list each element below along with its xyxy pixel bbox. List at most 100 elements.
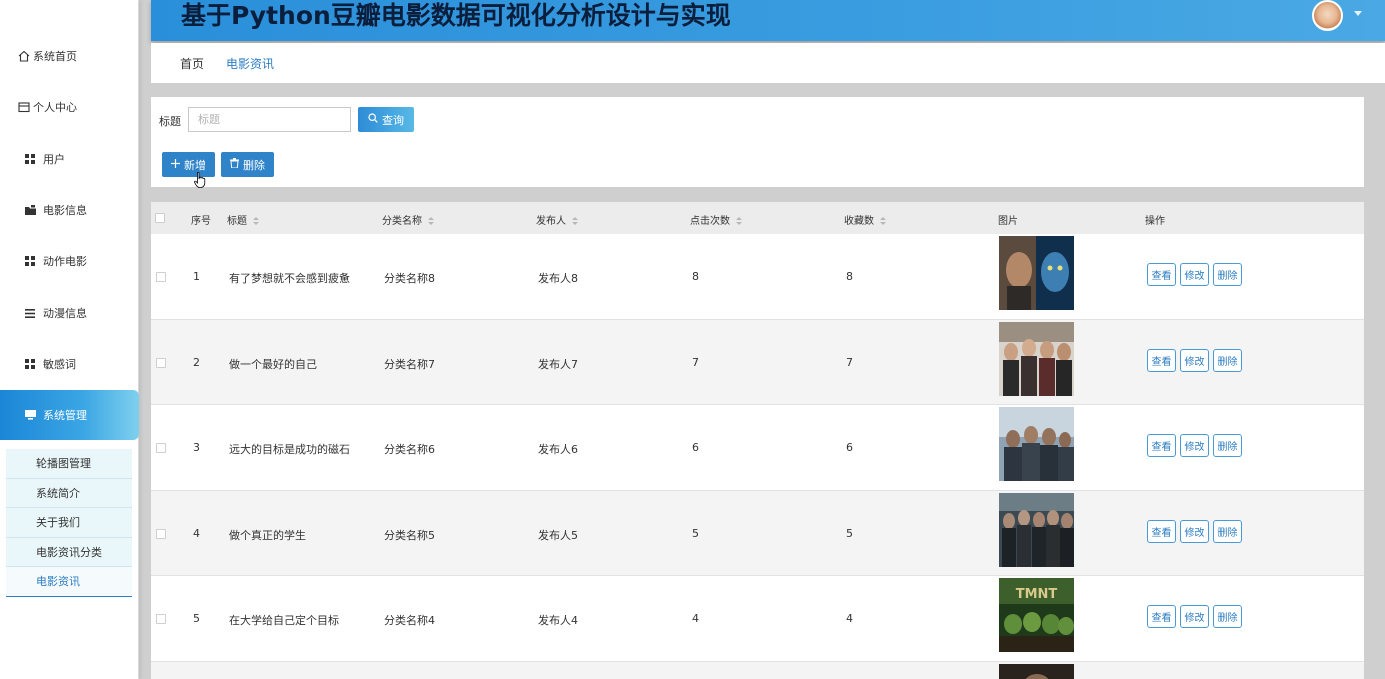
- header-favorites[interactable]: 收藏数: [844, 212, 887, 227]
- row-delete-button[interactable]: 删除: [1213, 605, 1242, 628]
- sidebar-item-movie-info[interactable]: 电影信息: [0, 185, 139, 235]
- row-checkbox[interactable]: [156, 528, 166, 539]
- add-button[interactable]: 新增: [162, 152, 215, 177]
- plus-icon: [171, 158, 180, 171]
- sort-icon[interactable]: [572, 216, 579, 226]
- sidebar-item-sensitive-words[interactable]: 敏感词: [0, 339, 139, 389]
- row-checkbox[interactable]: [156, 357, 166, 368]
- search-panel: 标题 查询 新增 删除: [151, 97, 1364, 187]
- cell-favorites: 5: [846, 526, 853, 540]
- sidebar-item-label: 动作电影: [43, 255, 87, 268]
- header-image: 图片: [998, 216, 1018, 227]
- edit-button[interactable]: 修改: [1180, 263, 1209, 286]
- cell-favorites: 6: [846, 441, 853, 454]
- cell-title: 有了梦想就不会感到疲惫: [229, 272, 350, 285]
- cell-index: 2: [193, 355, 200, 369]
- select-all-checkbox[interactable]: [155, 213, 165, 223]
- edit-button[interactable]: 修改: [1180, 348, 1209, 372]
- hand-cursor-icon: [194, 172, 206, 188]
- trash-icon: [230, 158, 239, 171]
- app-title: 基于Python豆瓣电影数据可视化分析设计与实现: [181, 1, 731, 30]
- sidebar-item-label: 动漫信息: [43, 307, 87, 320]
- table-row: 5 在大学给自己定个目标 分类名称4 发布人4 4 4 TMNT 查看 修改 删…: [151, 576, 1364, 662]
- delete-button[interactable]: 删除: [221, 152, 274, 177]
- header-category[interactable]: 分类名称: [382, 212, 435, 227]
- cell-index: 4: [193, 526, 200, 540]
- header-title-label: 标题: [227, 216, 247, 227]
- cell-index: 3: [193, 441, 200, 454]
- view-button[interactable]: 查看: [1147, 263, 1176, 286]
- edit-button[interactable]: 修改: [1180, 434, 1209, 457]
- sidebar-item-home[interactable]: 系统首页: [0, 31, 139, 81]
- submenu-item-system-intro[interactable]: 系统简介: [6, 478, 132, 508]
- sort-icon[interactable]: [428, 216, 435, 226]
- view-button[interactable]: 查看: [1147, 434, 1176, 457]
- cell-publisher: 发布人4: [538, 614, 578, 627]
- row-delete-button[interactable]: 删除: [1213, 263, 1242, 286]
- cell-index: 1: [193, 270, 200, 283]
- sidebar: 系统首页 个人中心 用户 电影信息 动作电影 动漫信息 敏感词 系统管理 轮播图…: [0, 0, 139, 679]
- search-input[interactable]: [188, 107, 351, 132]
- cell-category: 分类名称4: [384, 614, 435, 627]
- chevron-down-icon[interactable]: [1354, 11, 1362, 16]
- movie-thumbnail: [999, 321, 1074, 396]
- cell-title: 远大的目标是成功的磁石: [229, 443, 350, 456]
- sidebar-item-users[interactable]: 用户: [0, 134, 139, 184]
- sidebar-item-anime-info[interactable]: 动漫信息: [0, 288, 139, 338]
- cell-favorites: 4: [846, 612, 853, 625]
- sidebar-item-system-management[interactable]: 系统管理: [0, 390, 139, 440]
- grid-icon: [23, 256, 37, 266]
- view-button[interactable]: 查看: [1147, 519, 1176, 543]
- search-icon: [368, 113, 378, 126]
- news-table: 序号 标题 分类名称 发布人 点击次数 收藏数 图片 操作 1 有了梦想就不会感…: [151, 202, 1364, 679]
- tab-movie-news[interactable]: 电影资讯: [226, 55, 274, 72]
- avatar[interactable]: [1312, 0, 1343, 31]
- sort-icon[interactable]: [253, 216, 260, 226]
- row-delete-button[interactable]: 删除: [1213, 348, 1242, 372]
- cell-favorites: 8: [846, 270, 853, 283]
- submenu-item-movie-news[interactable]: 电影资讯: [6, 567, 132, 597]
- cell-clicks: 7: [692, 355, 699, 369]
- row-checkbox[interactable]: [156, 443, 166, 453]
- table-row: 4 做个真正的学生 分类名称5 发布人5 5 5 查看 修改 删除: [151, 490, 1364, 576]
- movie-thumbnail: [999, 663, 1074, 679]
- cell-index: 5: [193, 612, 200, 625]
- edit-button[interactable]: 修改: [1180, 605, 1209, 628]
- row-checkbox[interactable]: [156, 272, 166, 282]
- sort-icon[interactable]: [736, 216, 743, 226]
- monitor-icon: [23, 410, 37, 420]
- sidebar-item-action-movies[interactable]: 动作电影: [0, 236, 139, 286]
- table-header: 序号 标题 分类名称 发布人 点击次数 收藏数 图片 操作: [151, 202, 1364, 234]
- submenu-item-news-category[interactable]: 电影资讯分类: [6, 537, 132, 567]
- movie-thumbnail: [999, 407, 1074, 481]
- row-delete-button[interactable]: 删除: [1213, 519, 1242, 543]
- grid-icon: [23, 359, 37, 369]
- submenu-item-about-us[interactable]: 关于我们: [6, 508, 132, 538]
- row-checkbox[interactable]: [156, 614, 166, 624]
- sidebar-item-label: 敏感词: [43, 358, 76, 371]
- header-clicks[interactable]: 点击次数: [690, 212, 743, 227]
- edit-button[interactable]: 修改: [1180, 519, 1209, 543]
- cell-title: 在大学给自己定个目标: [229, 614, 339, 627]
- table-row: 2 做一个最好的自己 分类名称7 发布人7 7 7 查看 修改 删除: [151, 319, 1364, 405]
- view-button[interactable]: 查看: [1147, 348, 1176, 372]
- cell-category: 分类名称7: [384, 357, 435, 371]
- sidebar-item-label: 系统首页: [33, 50, 77, 63]
- table-row: [151, 661, 1364, 679]
- folder-icon: [23, 205, 37, 215]
- view-button[interactable]: 查看: [1147, 605, 1176, 628]
- submenu-item-carousel[interactable]: 轮播图管理: [6, 449, 132, 479]
- sidebar-item-personal-center[interactable]: 个人中心: [0, 82, 139, 132]
- breadcrumb: 首页 电影资讯: [151, 43, 1385, 83]
- delete-button-label: 删除: [243, 158, 265, 172]
- tab-home[interactable]: 首页: [180, 55, 204, 72]
- header-publisher[interactable]: 发布人: [536, 212, 579, 227]
- row-delete-button[interactable]: 删除: [1213, 434, 1242, 457]
- header-category-label: 分类名称: [382, 216, 422, 227]
- grid-icon: [23, 154, 37, 164]
- cell-clicks: 8: [692, 270, 699, 283]
- cell-publisher: 发布人8: [538, 272, 578, 285]
- header-title[interactable]: 标题: [227, 212, 260, 227]
- sort-icon[interactable]: [880, 216, 887, 226]
- query-button[interactable]: 查询: [358, 107, 414, 132]
